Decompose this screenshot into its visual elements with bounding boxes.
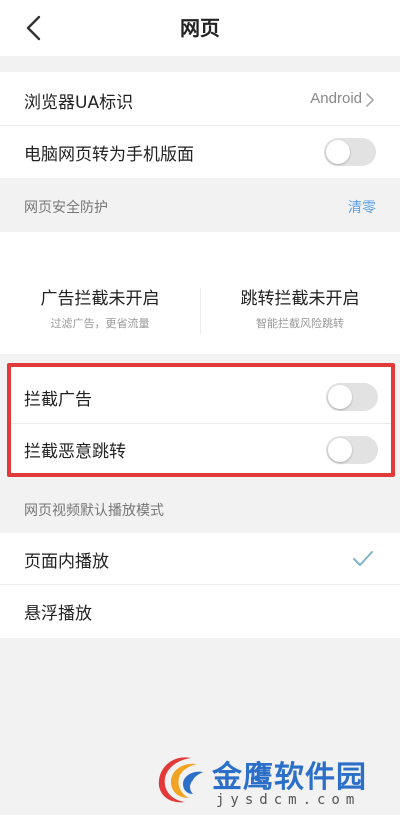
video-option-floating-label: 悬浮播放: [24, 604, 92, 624]
ad-block-stat: 广告拦截未开启 过滤广告，更省流量: [0, 232, 200, 354]
redirect-block-stat: 跳转拦截未开启 智能拦截风险跳转: [200, 232, 400, 354]
ua-value: Android: [310, 90, 362, 107]
desktop-to-mobile-label: 电脑网页转为手机版面: [24, 145, 194, 165]
security-section-header: 网页安全防护 清零: [0, 178, 400, 232]
ad-block-stat-title: 广告拦截未开启: [40, 289, 160, 309]
video-option-inline-label: 页面内播放: [24, 552, 109, 572]
toggle-knob: [326, 140, 350, 164]
checkmark-icon: [353, 551, 373, 566]
video-option-floating[interactable]: 悬浮播放: [0, 585, 400, 638]
clear-button[interactable]: 清零: [348, 197, 376, 217]
redirect-block-stat-subtitle: 智能拦截风险跳转: [256, 317, 344, 330]
block-redirects-row: 拦截恶意跳转: [11, 424, 391, 473]
block-redirects-label: 拦截恶意跳转: [24, 442, 126, 462]
spacer: [0, 354, 400, 363]
block-ads-row: 拦截广告: [11, 371, 391, 423]
desktop-to-mobile-row: 电脑网页转为手机版面: [0, 126, 400, 178]
block-redirects-toggle[interactable]: [326, 436, 378, 464]
ua-label: 浏览器UA标识: [24, 93, 134, 113]
video-option-inline[interactable]: 页面内播放: [0, 533, 400, 585]
video-section-title: 网页视频默认播放模式: [24, 503, 164, 519]
chevron-right-icon: [366, 93, 374, 107]
page-title: 网页: [180, 16, 220, 40]
blocking-stats: 广告拦截未开启 过滤广告，更省流量 跳转拦截未开启 智能拦截风险跳转: [0, 232, 400, 354]
top-bar: 网页: [0, 0, 400, 56]
security-section-title: 网页安全防护: [24, 200, 108, 216]
watermark-url: jysdcm.com: [216, 792, 361, 808]
spacer: [0, 56, 400, 72]
video-section-header: 网页视频默认播放模式: [0, 481, 400, 533]
toggle-knob: [328, 438, 352, 462]
block-ads-toggle[interactable]: [326, 383, 378, 411]
ua-setting-row[interactable]: 浏览器UA标识 Android: [0, 72, 400, 126]
chevron-left-icon[interactable]: [22, 14, 46, 42]
desktop-to-mobile-toggle[interactable]: [324, 138, 376, 166]
redirect-block-stat-title: 跳转拦截未开启: [240, 289, 360, 309]
ad-block-stat-subtitle: 过滤广告，更省流量: [50, 317, 150, 330]
watermark-name: 金鹰软件园: [212, 760, 367, 795]
watermark-logo-icon: [158, 757, 203, 803]
toggle-knob: [328, 385, 352, 409]
block-ads-label: 拦截广告: [24, 390, 92, 410]
